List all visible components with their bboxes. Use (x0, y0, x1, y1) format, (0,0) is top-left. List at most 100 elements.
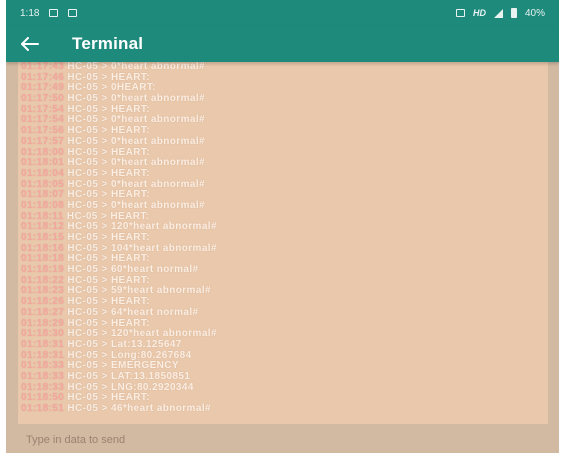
arrow-left-icon (21, 37, 39, 51)
log-message: HEART: (110, 317, 151, 329)
log-message: LAT:13.1850851 (110, 370, 191, 382)
log-arrow: > (98, 82, 111, 94)
log-message: Lat:13.125647 (110, 338, 182, 350)
log-arrow: > (98, 360, 111, 372)
log-device: HC-05 (67, 146, 99, 158)
log-timestamp: 01:17:43 (21, 62, 65, 72)
log-arrow: > (98, 306, 111, 318)
log-message: Long:80.267684 (110, 349, 192, 361)
log-message: HEART: (110, 253, 151, 265)
log-arrow: > (98, 264, 111, 276)
send-input[interactable] (24, 432, 508, 447)
log-arrow: > (97, 210, 111, 222)
log-message: 120*heart abnormal# (110, 328, 217, 340)
log-message: HEART: (110, 146, 151, 158)
log-device: HC-05 (67, 189, 99, 201)
log-message: 60*heart normal# (110, 264, 199, 276)
log-timestamp: 01:18:18 (21, 253, 65, 265)
battery-level: 40% (524, 7, 545, 19)
log-timestamp: 01:18:04 (21, 167, 65, 179)
log-timestamp: 01:18:11 (21, 210, 64, 222)
log-timestamp: 01:18:08 (21, 199, 65, 211)
log-message: HEART: (110, 392, 151, 404)
notification-icon (49, 9, 59, 17)
log-arrow: > (98, 221, 111, 233)
log-message: LNG:80.2920344 (110, 381, 194, 393)
log-arrow: > (98, 189, 111, 201)
back-button[interactable] (6, 37, 54, 51)
log-device: HC-05 (67, 328, 99, 340)
log-timestamp: 01:18:01 (21, 157, 65, 169)
log-arrow: > (98, 328, 111, 340)
log-device: HC-05 (67, 349, 99, 361)
log-device: HC-05 (67, 125, 99, 137)
log-message: HEART: (110, 296, 151, 308)
log-message: EMERGENCY (110, 360, 179, 372)
log-device: HC-05 (67, 306, 99, 318)
log-timestamp: 01:17:57 (21, 135, 65, 147)
log-timestamp: 01:18:33 (21, 381, 65, 393)
log-line: 01:18:51 HC-05 > 46*heart abnormal# (18, 403, 548, 415)
log-arrow: > (98, 62, 111, 72)
phone-screen: 1:18 HD 40% Terminal 01:17:43 HC-05 > 0*… (6, 0, 559, 453)
log-arrow: > (98, 178, 111, 190)
log-timestamp: 01:18:33 (21, 370, 65, 382)
log-device: HC-05 (67, 381, 99, 393)
log-device: HC-05 (67, 232, 99, 243)
log-timestamp: 01:17:56 (21, 125, 65, 137)
log-device: HC-05 (67, 264, 99, 276)
log-message: 0*heart abnormal# (110, 157, 205, 169)
log-device: HC-05 (67, 392, 99, 404)
log-device: HC-05 (67, 221, 99, 233)
log-message: 0*heart abnormal# (110, 178, 205, 190)
log-device: HC-05 (67, 62, 99, 72)
log-message: HEART: (110, 210, 150, 222)
log-message: 0HEART: (110, 82, 156, 94)
log-device: HC-05 (67, 296, 99, 308)
log-message: 59*heart abnormal# (110, 285, 211, 297)
log-device: HC-05 (67, 317, 99, 329)
signal-icon (493, 8, 503, 18)
log-timestamp: 01:18:31 (21, 338, 65, 350)
log-device: HC-05 (67, 135, 99, 147)
log-timestamp: 01:17:49 (21, 82, 65, 94)
log-timestamp: 01:18:51 (21, 403, 65, 414)
log-timestamp: 01:18:05 (21, 178, 65, 190)
log-timestamp: 01:18:31 (21, 349, 65, 361)
battery-icon (510, 8, 517, 18)
log-device: HC-05 (67, 93, 99, 105)
log-arrow: > (98, 93, 111, 105)
log-arrow: > (98, 167, 111, 179)
log-timestamp: 01:18:29 (21, 317, 65, 329)
log-device: HC-05 (67, 253, 99, 265)
log-message: HEART: (110, 167, 151, 179)
terminal-log[interactable]: 01:17:43 HC-05 > 0*heart abnormal# 01:17:… (18, 62, 548, 424)
log-device: HC-05 (67, 157, 99, 169)
log-timestamp: 01:17:50 (21, 93, 65, 105)
log-message: 0*heart abnormal# (110, 114, 205, 126)
log-arrow: > (98, 146, 111, 158)
log-message: 0*heart abnormal# (110, 199, 205, 211)
send-bar (6, 426, 559, 453)
log-device: HC-05 (67, 360, 99, 372)
log-arrow: > (98, 285, 111, 297)
log-timestamp: 01:18:12 (21, 221, 65, 233)
hd-indicator: HD (472, 8, 486, 18)
log-timestamp: 01:18:15 (21, 232, 65, 243)
log-message: 46*heart abnormal# (110, 403, 211, 414)
log-timestamp: 01:18:50 (21, 392, 65, 404)
log-device: HC-05 (67, 178, 99, 190)
log-timestamp: 01:18:27 (21, 306, 65, 318)
log-message: 120*heart abnormal# (110, 221, 217, 233)
log-message: 0*heart abnormal# (110, 62, 205, 72)
vibrate-icon (455, 9, 465, 17)
log-arrow: > (98, 392, 111, 404)
log-arrow: > (98, 381, 111, 393)
log-arrow: > (98, 338, 111, 350)
log-arrow: > (98, 157, 111, 169)
log-message: HEART: (110, 189, 151, 201)
log-timestamp: 01:18:30 (21, 328, 65, 340)
log-device: HC-05 (67, 199, 99, 211)
log-device: HC-05 (67, 114, 99, 126)
log-timestamp: 01:18:26 (21, 296, 65, 308)
